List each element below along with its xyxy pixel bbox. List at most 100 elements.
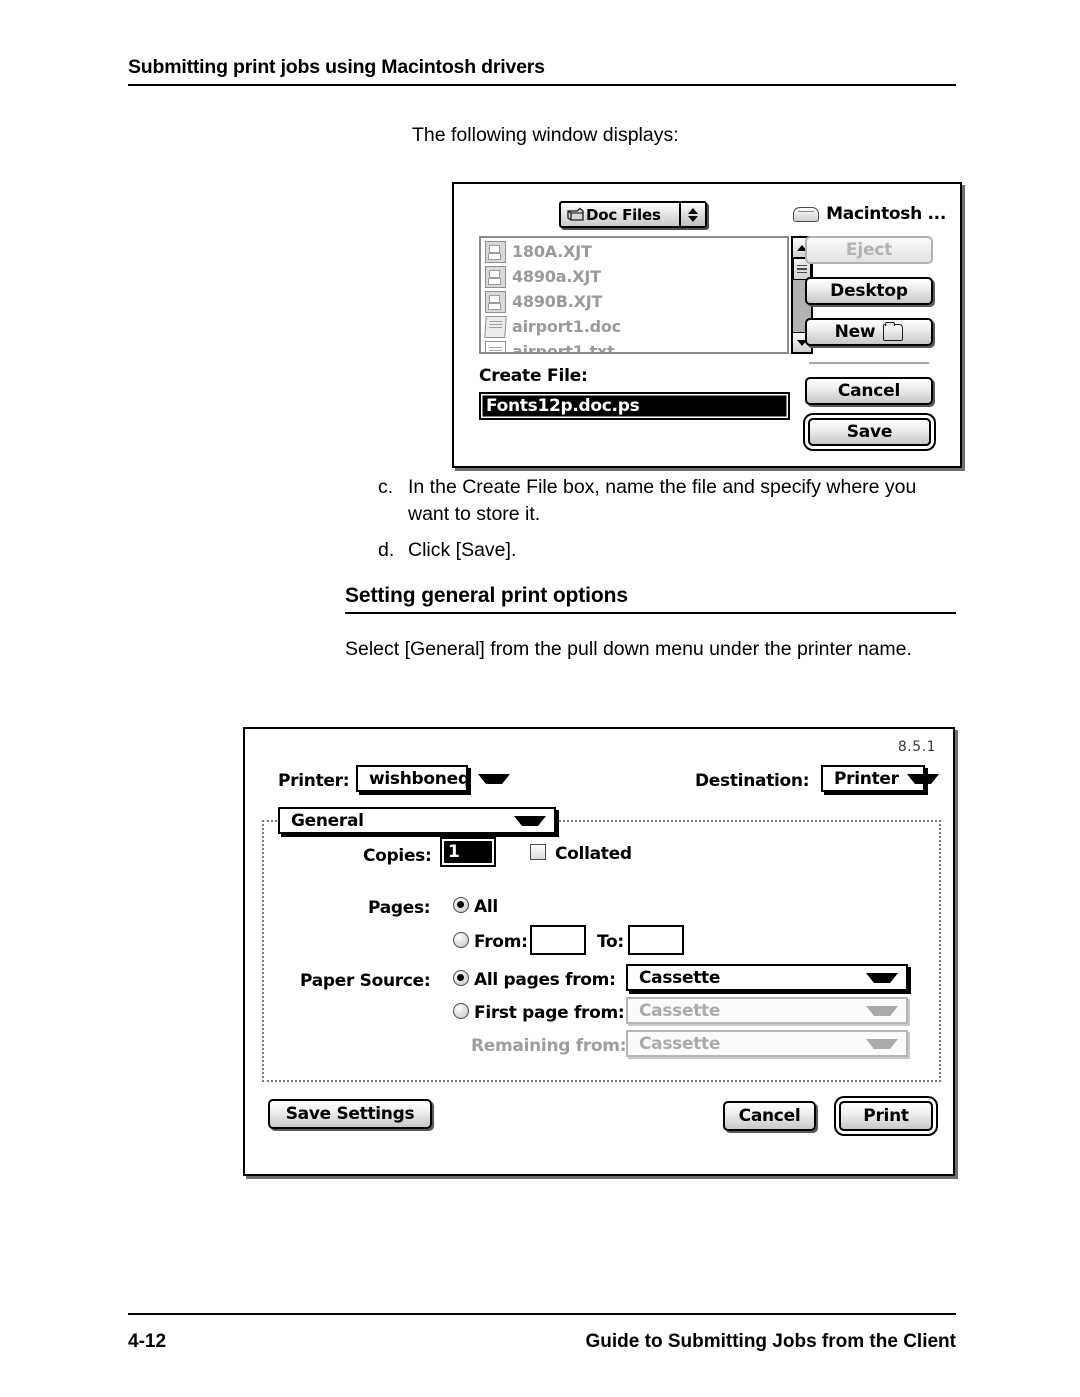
cancel-button[interactable]: Cancel: [805, 377, 933, 405]
collated-checkbox[interactable]: [530, 844, 546, 860]
eject-button-label: Eject: [845, 240, 893, 260]
location-popup-menu[interactable]: Doc Files: [559, 201, 707, 228]
list-item: c. In the Create File box, name the file…: [378, 474, 938, 528]
pages-all-label: All: [474, 897, 498, 917]
cancel-button[interactable]: Cancel: [723, 1101, 816, 1131]
pages-from-input[interactable]: [530, 925, 586, 955]
list-item[interactable]: 180A.XJT: [481, 239, 787, 264]
chevron-down-icon: [514, 815, 546, 826]
list-item[interactable]: 4890B.XJT: [481, 289, 787, 314]
doc-file-icon: [484, 315, 507, 338]
save-settings-button[interactable]: Save Settings: [268, 1099, 432, 1129]
save-settings-button-label: Save Settings: [285, 1104, 415, 1124]
header-rule: [128, 84, 956, 86]
print-dialog: 8.5.1 Printer: wishboneq Destination: Pr…: [243, 727, 955, 1176]
file-name: 4890B.XJT: [512, 292, 603, 311]
print-button[interactable]: Print: [839, 1101, 933, 1131]
location-popup-label: Doc Files: [586, 205, 661, 224]
new-folder-button[interactable]: New: [805, 318, 933, 346]
copies-value: 1: [448, 842, 460, 862]
destination-popup-menu[interactable]: Printer: [821, 765, 939, 792]
create-file-value: Fonts12p.doc.ps: [486, 396, 640, 416]
volume-indicator: Macintosh ...: [793, 204, 946, 224]
pages-label: Pages:: [368, 898, 431, 918]
chevron-down-icon: [906, 773, 939, 784]
pages-all-radio[interactable]: [453, 897, 469, 913]
folder-icon: [565, 207, 585, 222]
new-folder-icon: [883, 321, 904, 341]
volume-name: Macintosh ...: [826, 204, 946, 224]
list-item[interactable]: 4890a.XJT: [481, 264, 787, 289]
document-page: Submitting print jobs using Macintosh dr…: [0, 0, 1080, 1397]
all-pages-from-label: All pages from:: [474, 970, 616, 990]
file-name: airport1.txt: [512, 342, 615, 354]
remaining-source-value: Cassette: [639, 1033, 721, 1054]
step-marker: c.: [378, 476, 394, 498]
desktop-button[interactable]: Desktop: [805, 277, 933, 305]
chevron-down-icon: [866, 972, 898, 983]
save-button[interactable]: Save: [808, 418, 931, 446]
copies-label: Copies:: [363, 846, 432, 866]
intro-paragraph: The following window displays:: [412, 124, 679, 146]
cancel-button-label: Cancel: [738, 1106, 801, 1126]
up-down-arrows-icon[interactable]: [679, 203, 705, 226]
running-head: Submitting print jobs using Macintosh dr…: [128, 56, 545, 78]
step-text: In the Create File box, name the file an…: [408, 476, 917, 525]
xjt-file-icon: [485, 240, 506, 263]
file-name: 180A.XJT: [512, 242, 592, 261]
step-marker: d.: [378, 539, 395, 561]
remaining-from-label: Remaining from:: [471, 1036, 627, 1056]
copies-input[interactable]: 1: [440, 837, 496, 867]
first-page-source-value: Cassette: [639, 1000, 721, 1021]
page-number: 4-12: [128, 1331, 167, 1352]
printer-label: Printer:: [278, 771, 350, 791]
xjt-file-icon: [485, 290, 506, 313]
xjt-file-icon: [485, 265, 506, 288]
list-item[interactable]: airport1.doc: [481, 314, 787, 339]
chevron-down-icon: [477, 773, 510, 784]
footer-title: Guide to Submitting Jobs from the Client: [585, 1331, 957, 1352]
file-name: airport1.doc: [512, 317, 621, 336]
chevron-down-icon: [866, 1038, 898, 1049]
first-page-source-popup-menu[interactable]: Cassette: [626, 997, 908, 1024]
paper-source-label: Paper Source:: [300, 971, 431, 991]
section-heading: Setting general print options: [345, 584, 628, 607]
driver-version: 8.5.1: [897, 739, 936, 755]
button-divider: [809, 362, 929, 364]
all-pages-source-popup-menu[interactable]: Cassette: [626, 964, 908, 991]
remaining-source-popup-menu[interactable]: Cassette: [626, 1030, 908, 1057]
txt-file-icon: [485, 340, 506, 352]
list-item: d. Click [Save].: [378, 537, 938, 564]
section-intro-paragraph: Select [General] from the pull down menu…: [345, 638, 912, 660]
pane-selector-popup-menu[interactable]: General: [278, 807, 556, 834]
chevron-down-icon: [866, 1005, 898, 1016]
first-page-from-radio[interactable]: [453, 1003, 469, 1019]
step-text: Click [Save].: [408, 539, 517, 561]
all-pages-from-radio[interactable]: [453, 970, 469, 986]
section-rule: [345, 612, 956, 614]
file-name: 4890a.XJT: [512, 267, 601, 286]
create-file-input[interactable]: Fonts12p.doc.ps: [479, 392, 790, 420]
new-folder-button-label: New: [834, 322, 876, 342]
disk-icon: [793, 206, 820, 222]
chevron-up-icon: [688, 207, 698, 214]
destination-value: Printer: [834, 768, 899, 789]
printer-popup-menu[interactable]: wishboneq: [356, 765, 510, 792]
destination-label: Destination:: [695, 771, 810, 791]
list-item[interactable]: airport1.txt: [481, 339, 787, 354]
pages-from-label: From:: [474, 932, 528, 952]
all-pages-source-value: Cassette: [639, 967, 721, 988]
first-page-from-label: First page from:: [474, 1003, 625, 1023]
printer-value: wishboneq: [369, 768, 470, 789]
save-button-label: Save: [846, 422, 893, 442]
footer-rule: [128, 1313, 956, 1315]
save-file-dialog: Doc Files Macintosh ... 180A.XJT 4890a.X…: [452, 182, 962, 468]
pages-to-input[interactable]: [628, 925, 684, 955]
create-file-label: Create File:: [479, 366, 588, 386]
pane-value: General: [291, 810, 364, 831]
eject-button[interactable]: Eject: [805, 236, 933, 264]
pages-range-radio[interactable]: [453, 932, 469, 948]
cancel-button-label: Cancel: [837, 381, 901, 401]
file-list[interactable]: 180A.XJT 4890a.XJT 4890B.XJT airport1.do…: [479, 236, 789, 354]
pages-to-label: To:: [597, 932, 624, 952]
